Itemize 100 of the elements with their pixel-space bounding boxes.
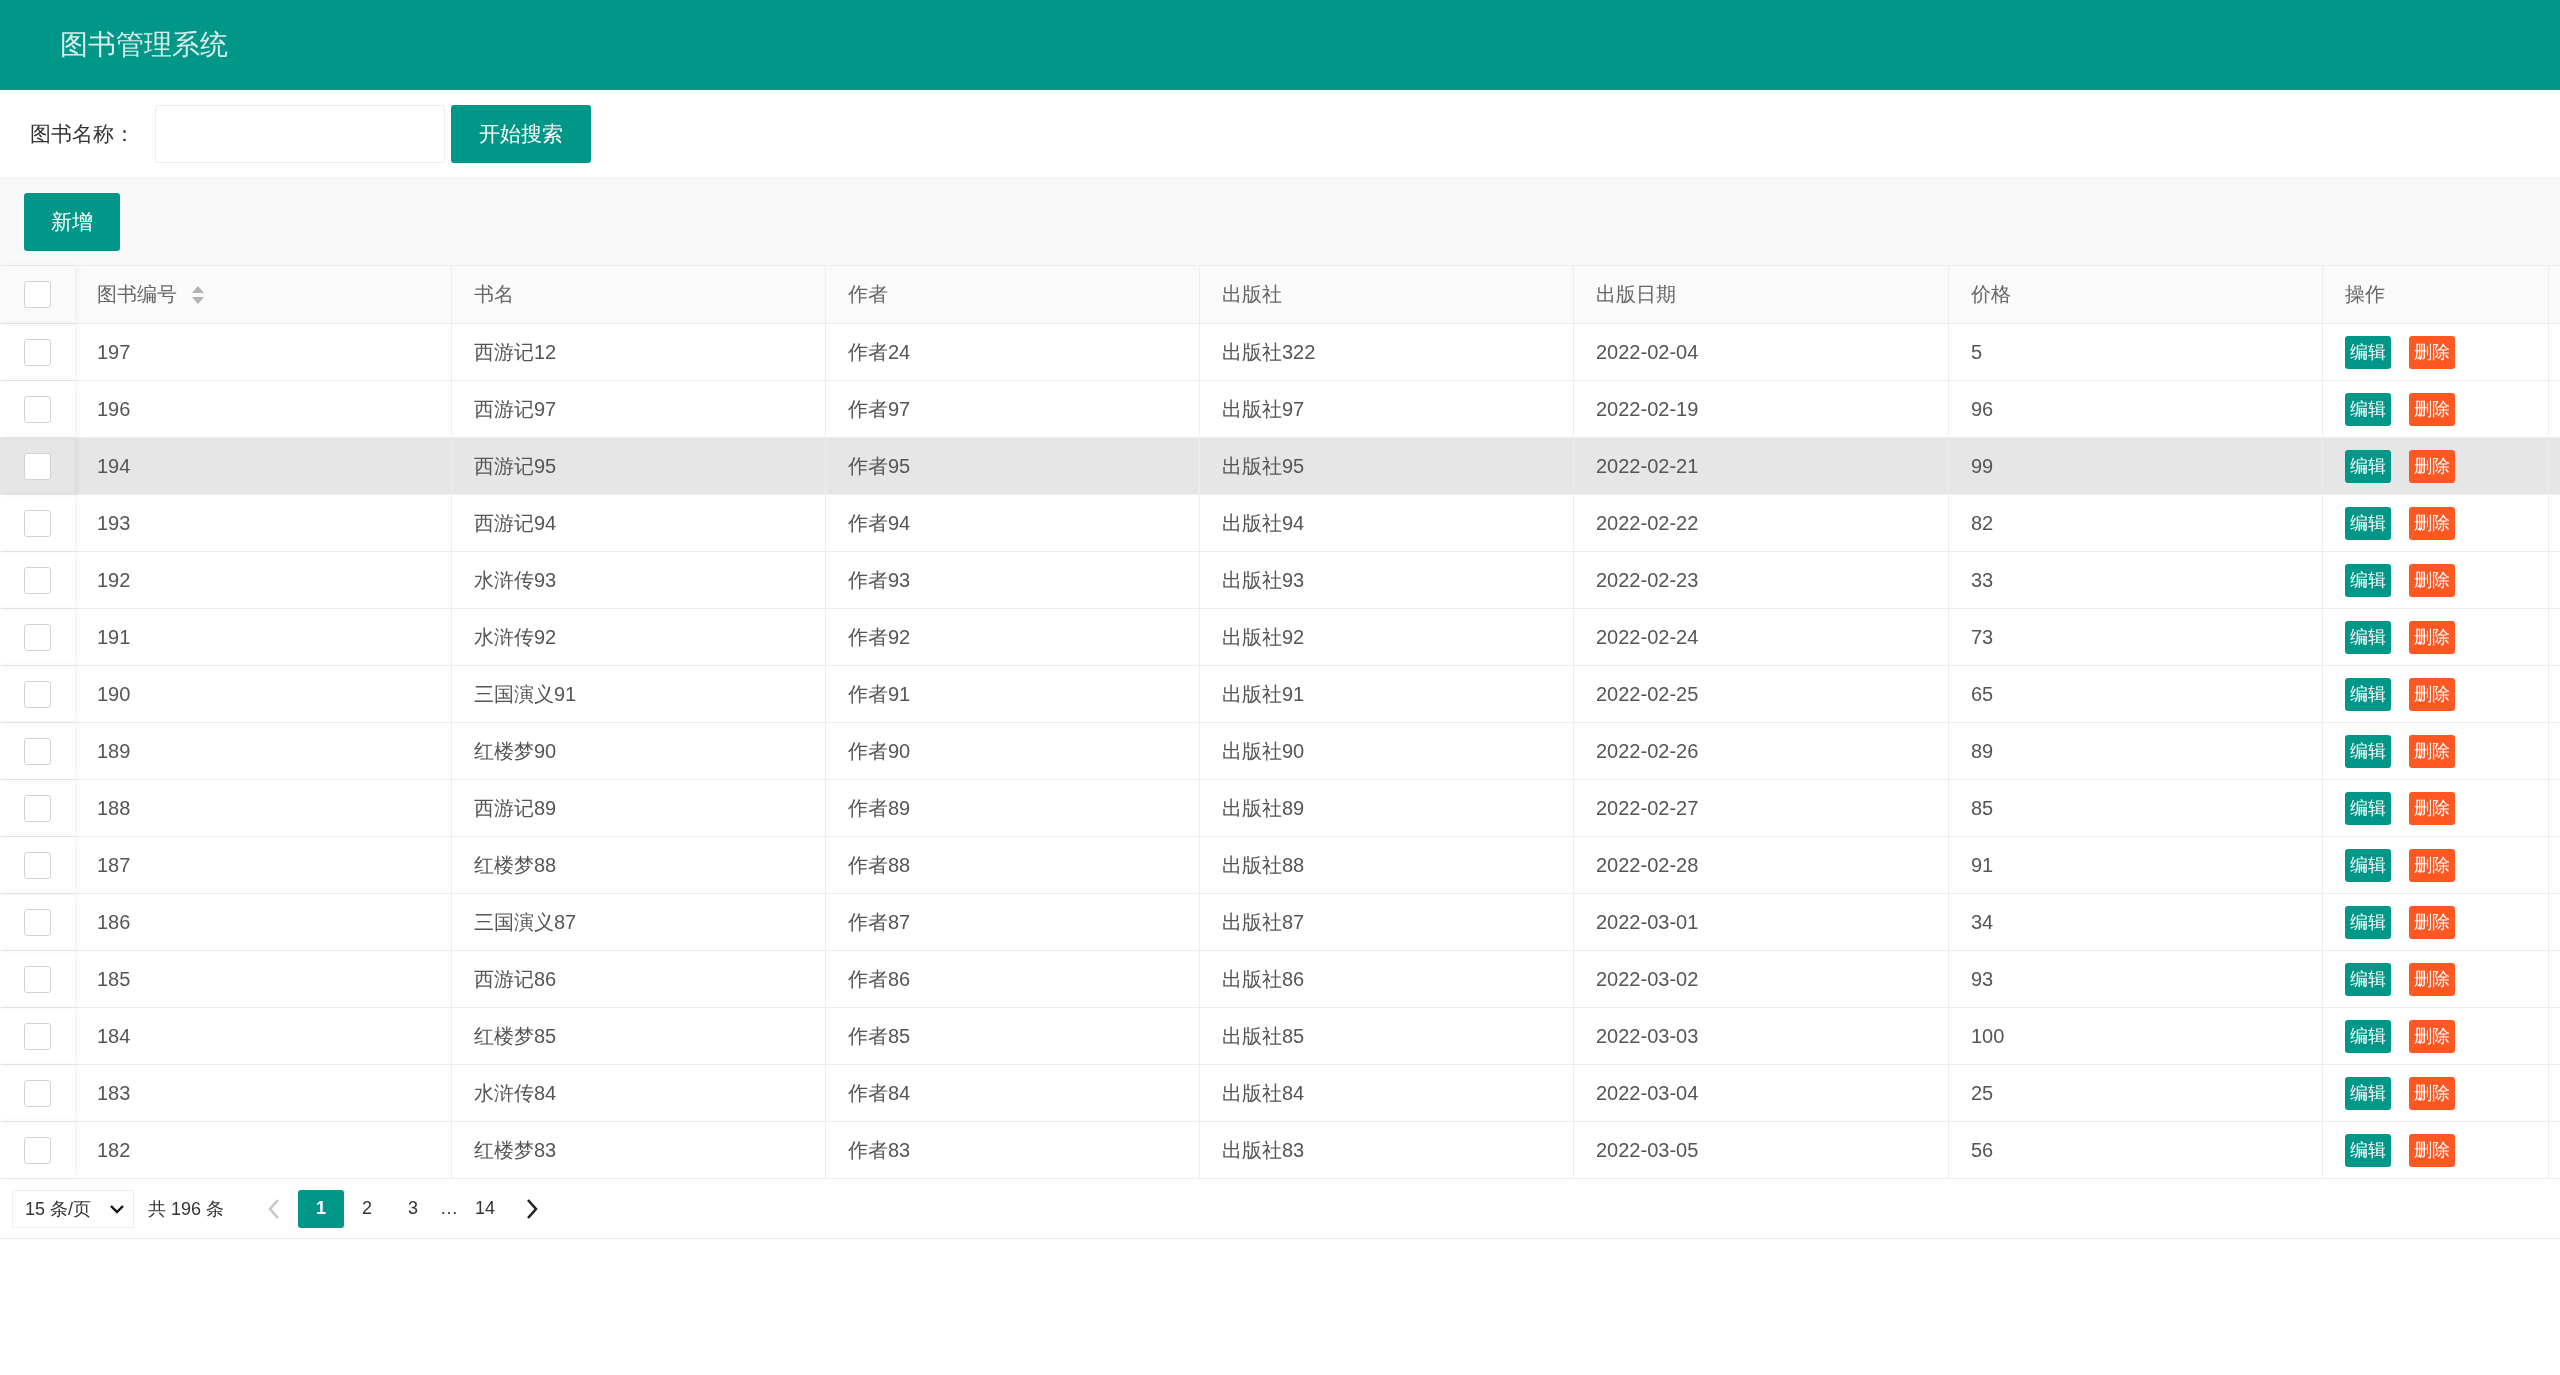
table-cell-text: 三国演义91 bbox=[474, 681, 577, 707]
table-cell: 190 bbox=[97, 682, 131, 706]
table-row[interactable]: 189 红楼梦90 作者90 出版社90 2022-02-26 89 编辑 删除 bbox=[0, 723, 2560, 780]
edit-button[interactable]: 编辑 bbox=[2345, 449, 2391, 483]
edit-button[interactable]: 编辑 bbox=[2345, 791, 2391, 825]
table-cell-text: 出版社84 bbox=[1222, 1080, 1305, 1106]
table-cell-text: 作者88 bbox=[848, 852, 911, 878]
page-button[interactable]: 1 bbox=[298, 1189, 345, 1228]
edit-button[interactable]: 编辑 bbox=[2345, 392, 2391, 426]
edit-button[interactable]: 编辑 bbox=[2345, 563, 2391, 597]
table-row[interactable]: 185 西游记86 作者86 出版社86 2022-03-02 93 编辑 删除 bbox=[0, 951, 2560, 1008]
table-cell: 82 bbox=[1971, 511, 1994, 535]
table-cell: 182 bbox=[97, 1138, 131, 1162]
delete-button[interactable]: 删除 bbox=[2409, 506, 2455, 540]
page-button[interactable]: 3 bbox=[390, 1189, 437, 1228]
delete-button[interactable]: 删除 bbox=[2409, 962, 2455, 996]
table-cell: 2022-03-02 bbox=[1596, 967, 1699, 991]
table-row[interactable]: 188 西游记89 作者89 出版社89 2022-02-27 85 编辑 删除 bbox=[0, 780, 2560, 837]
delete-button[interactable]: 删除 bbox=[2409, 734, 2455, 768]
edit-button[interactable]: 编辑 bbox=[2345, 620, 2391, 654]
edit-button[interactable]: 编辑 bbox=[2345, 1019, 2391, 1053]
row-checkbox[interactable] bbox=[24, 851, 51, 879]
delete-button[interactable]: 删除 bbox=[2409, 392, 2455, 426]
table-cell-text: 红楼梦90 bbox=[474, 738, 557, 764]
table-cell-text: 出版社97 bbox=[1222, 396, 1305, 422]
page-size-select[interactable]: 15 条/页 bbox=[12, 1189, 135, 1228]
add-button[interactable]: 新增 bbox=[24, 193, 120, 251]
table-row[interactable]: 187 红楼梦88 作者88 出版社88 2022-02-28 91 编辑 删除 bbox=[0, 837, 2560, 894]
table-row[interactable]: 196 西游记97 作者97 出版社97 2022-02-19 96 编辑 删除 bbox=[0, 381, 2560, 438]
table-row[interactable]: 184 红楼梦85 作者85 出版社85 2022-03-03 100 编辑 删除 bbox=[0, 1008, 2560, 1065]
delete-button[interactable]: 删除 bbox=[2409, 449, 2455, 483]
row-checkbox[interactable] bbox=[24, 452, 51, 480]
table-cell-text: 作者83 bbox=[848, 1137, 911, 1163]
table-cell: 2022-03-03 bbox=[1596, 1024, 1699, 1048]
table-row[interactable]: 192 水浒传93 作者93 出版社93 2022-02-23 33 编辑 删除 bbox=[0, 552, 2560, 609]
delete-button[interactable]: 删除 bbox=[2409, 677, 2455, 711]
delete-button[interactable]: 删除 bbox=[2409, 1076, 2455, 1110]
edit-button[interactable]: 编辑 bbox=[2345, 1076, 2391, 1110]
table-cell: 73 bbox=[1971, 625, 1994, 649]
column-header: 作者 bbox=[848, 282, 888, 307]
edit-button[interactable]: 编辑 bbox=[2345, 848, 2391, 882]
table-cell-text: 三国演义87 bbox=[474, 909, 577, 935]
table-cell-text: 水浒传84 bbox=[474, 1080, 557, 1106]
table-row[interactable]: 186 三国演义87 作者87 出版社87 2022-03-01 34 编辑 删除 bbox=[0, 894, 2560, 951]
edit-button[interactable]: 编辑 bbox=[2345, 734, 2391, 768]
table-row[interactable]: 190 三国演义91 作者91 出版社91 2022-02-25 65 编辑 删除 bbox=[0, 666, 2560, 723]
table-cell: 93 bbox=[1971, 967, 1994, 991]
table-cell-text: 出版社90 bbox=[1222, 738, 1305, 764]
table-cell: 189 bbox=[97, 739, 131, 763]
row-checkbox[interactable] bbox=[24, 794, 51, 822]
edit-button[interactable]: 编辑 bbox=[2345, 1133, 2391, 1167]
table-row[interactable]: 193 西游记94 作者94 出版社94 2022-02-22 82 编辑 删除 bbox=[0, 495, 2560, 552]
delete-button[interactable]: 删除 bbox=[2409, 791, 2455, 825]
table-cell: 65 bbox=[1971, 682, 1994, 706]
table-cell: 2022-02-04 bbox=[1596, 340, 1699, 364]
sort-icon[interactable] bbox=[191, 284, 205, 305]
select-all-checkbox[interactable] bbox=[24, 281, 51, 308]
delete-button[interactable]: 删除 bbox=[2409, 335, 2455, 369]
row-checkbox[interactable] bbox=[24, 395, 51, 423]
delete-button[interactable]: 删除 bbox=[2409, 620, 2455, 654]
table-row[interactable]: 182 红楼梦83 作者83 出版社83 2022-03-05 56 编辑 删除 bbox=[0, 1122, 2560, 1179]
edit-button[interactable]: 编辑 bbox=[2345, 677, 2391, 711]
table-cell: 2022-02-28 bbox=[1596, 853, 1699, 877]
table-cell-text: 出版社91 bbox=[1222, 681, 1305, 707]
table-row[interactable]: 197 西游记12 作者24 出版社322 2022-02-04 5 编辑 删除 bbox=[0, 324, 2560, 381]
delete-button[interactable]: 删除 bbox=[2409, 848, 2455, 882]
table-row[interactable]: 183 水浒传84 作者84 出版社84 2022-03-04 25 编辑 删除 bbox=[0, 1065, 2560, 1122]
edit-button[interactable]: 编辑 bbox=[2345, 962, 2391, 996]
table-cell-text: 作者84 bbox=[848, 1080, 911, 1106]
row-checkbox[interactable] bbox=[24, 623, 51, 651]
table-cell: 91 bbox=[1971, 853, 1994, 877]
table-cell: 2022-02-26 bbox=[1596, 739, 1699, 763]
row-checkbox[interactable] bbox=[24, 1022, 51, 1050]
row-checkbox[interactable] bbox=[24, 509, 51, 537]
table-row[interactable]: 194 西游记95 作者95 出版社95 2022-02-21 99 编辑 删除 bbox=[0, 438, 2560, 495]
edit-button[interactable]: 编辑 bbox=[2345, 335, 2391, 369]
page-button[interactable]: 14 bbox=[462, 1189, 509, 1228]
column-header: 出版日期 bbox=[1596, 282, 1676, 307]
row-checkbox[interactable] bbox=[24, 965, 51, 993]
table-cell: 187 bbox=[97, 853, 131, 877]
delete-button[interactable]: 删除 bbox=[2409, 905, 2455, 939]
search-button[interactable]: 开始搜索 bbox=[451, 105, 591, 163]
row-checkbox[interactable] bbox=[24, 338, 51, 366]
row-checkbox[interactable] bbox=[24, 1136, 51, 1164]
delete-button[interactable]: 删除 bbox=[2409, 563, 2455, 597]
edit-button[interactable]: 编辑 bbox=[2345, 506, 2391, 540]
row-checkbox[interactable] bbox=[24, 566, 51, 594]
page-button[interactable]: 2 bbox=[344, 1189, 391, 1228]
table-cell: 2022-02-21 bbox=[1596, 454, 1699, 478]
table-cell-text: 作者87 bbox=[848, 909, 911, 935]
table-row[interactable]: 191 水浒传92 作者92 出版社92 2022-02-24 73 编辑 删除 bbox=[0, 609, 2560, 666]
delete-button[interactable]: 删除 bbox=[2409, 1133, 2455, 1167]
row-checkbox[interactable] bbox=[24, 908, 51, 936]
table-cell: 34 bbox=[1971, 910, 1994, 934]
edit-button[interactable]: 编辑 bbox=[2345, 905, 2391, 939]
table-cell: 188 bbox=[97, 796, 131, 820]
row-checkbox[interactable] bbox=[24, 737, 51, 765]
row-checkbox[interactable] bbox=[24, 1079, 51, 1107]
row-checkbox[interactable] bbox=[24, 680, 51, 708]
delete-button[interactable]: 删除 bbox=[2409, 1019, 2455, 1053]
